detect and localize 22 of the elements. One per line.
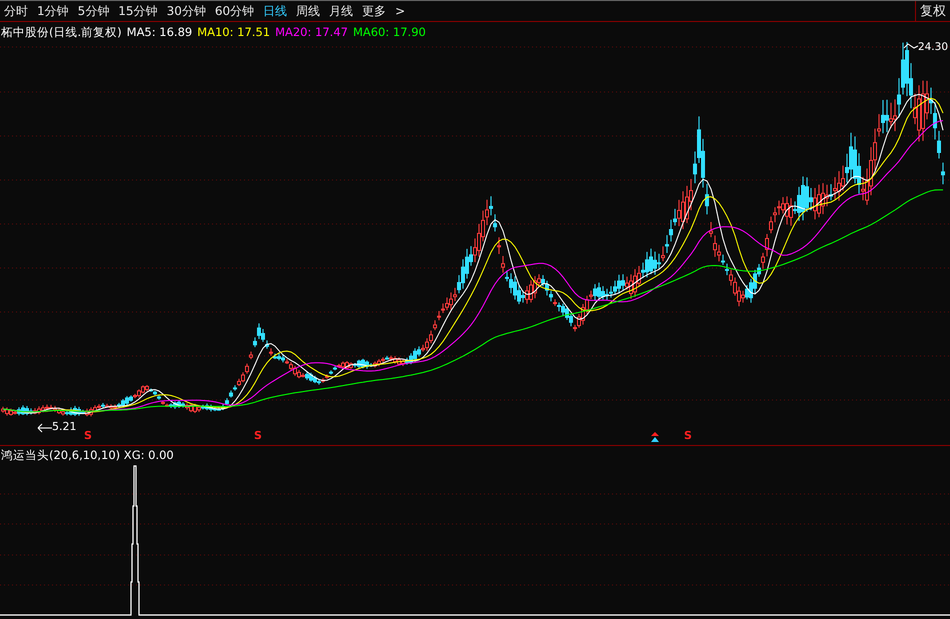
period-tab[interactable]: 分时 xyxy=(4,2,28,20)
chart-title: 柘中股份(日线.前复权) xyxy=(1,24,122,40)
high-price-label: 24.30 xyxy=(918,41,948,53)
moving-average-value: MA60: 17.90 xyxy=(352,25,426,39)
low-price-label: 5.21 xyxy=(52,420,76,433)
period-tab[interactable]: 周线 xyxy=(296,2,320,20)
moving-average-value: MA5: 16.89 xyxy=(126,25,192,39)
sell-signal: S xyxy=(254,430,262,442)
period-tab[interactable]: 60分钟 xyxy=(214,2,254,20)
more-arrow-button[interactable]: > xyxy=(395,4,406,18)
period-tab[interactable]: 30分钟 xyxy=(166,2,206,20)
moving-average-value: MA20: 17.47 xyxy=(275,25,348,39)
period-tab[interactable]: 日线 xyxy=(263,2,288,20)
period-tab[interactable]: 1分钟 xyxy=(37,2,69,20)
indicator-label: 鸿运当头(20,6,10,10) XG: 0.00 xyxy=(0,447,174,464)
period-tab[interactable]: 5分钟 xyxy=(78,2,110,20)
moving-average-value: MA10: 17.51 xyxy=(197,25,270,39)
period-tab[interactable]: 15分钟 xyxy=(118,2,158,20)
period-tab[interactable]: 月线 xyxy=(329,2,354,20)
sell-signal: S xyxy=(684,430,692,442)
sell-signal: S xyxy=(84,430,92,442)
period-tab[interactable]: 更多 xyxy=(362,2,386,20)
